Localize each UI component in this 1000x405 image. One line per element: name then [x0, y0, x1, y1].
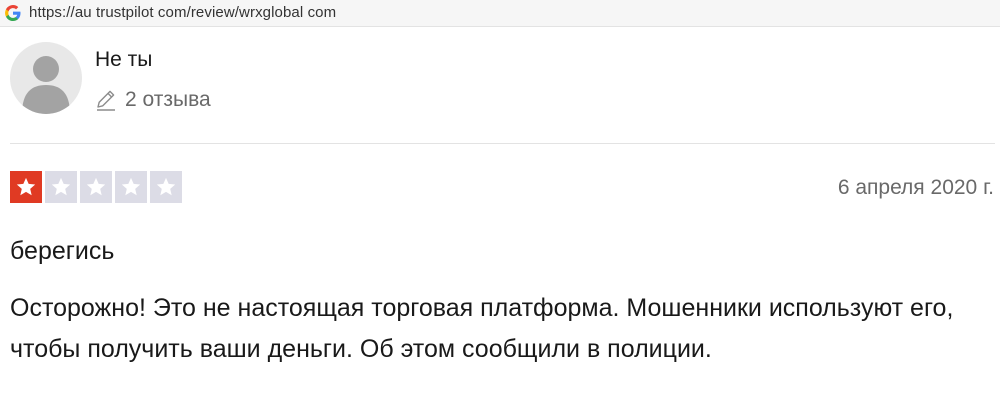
- browser-address-bar[interactable]: https://au trustpilot com/review/wrxglob…: [0, 0, 1000, 27]
- google-g-icon: [5, 5, 21, 21]
- reviews-count-label: 2 отзыва: [125, 88, 211, 111]
- divider: [10, 143, 995, 144]
- star-empty: [45, 171, 77, 203]
- review-date: 6 апреля 2020 г.: [837, 176, 994, 199]
- star-icon: [16, 177, 36, 196]
- pencil-icon: [97, 90, 115, 111]
- star-icon: [156, 177, 176, 196]
- star-icon: [121, 177, 141, 196]
- star-rating: [10, 171, 182, 203]
- avatar[interactable]: [10, 42, 82, 114]
- review-body: Осторожно! Это не настоящая торговая пла…: [10, 294, 954, 363]
- star-empty: [115, 171, 147, 203]
- author-name[interactable]: Не ты: [95, 48, 152, 72]
- review-title[interactable]: берегись: [10, 237, 114, 266]
- star-icon: [51, 177, 71, 196]
- star-icon: [86, 177, 106, 196]
- user-silhouette-icon: [22, 56, 70, 114]
- star-empty: [80, 171, 112, 203]
- star-filled: [10, 171, 42, 203]
- author-reviews-count[interactable]: 2 отзыва: [95, 88, 211, 112]
- star-empty: [150, 171, 182, 203]
- url-text[interactable]: https://au trustpilot com/review/wrxglob…: [29, 4, 336, 21]
